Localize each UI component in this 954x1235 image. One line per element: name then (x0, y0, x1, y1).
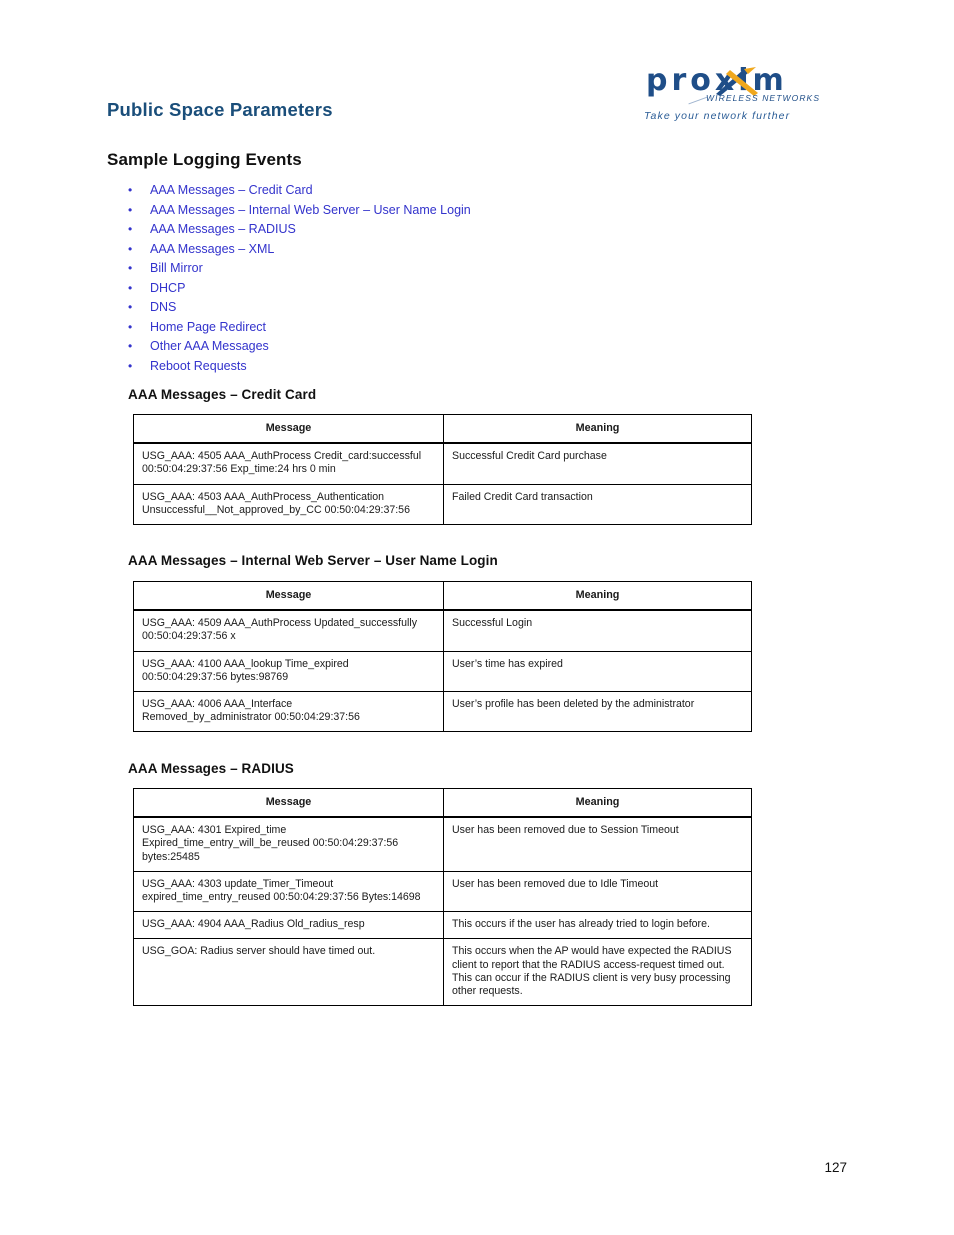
cell-meaning: This occurs if the user has already trie… (443, 911, 752, 940)
column-header-message: Message (133, 581, 444, 612)
document-title: Public Space Parameters (107, 99, 333, 120)
toc-item[interactable]: • AAA Messages – Internal Web Server – U… (128, 201, 748, 221)
toc-link-other-aaa-messages[interactable]: Other AAA Messages (150, 339, 269, 353)
cell-meaning: User has been removed due to Idle Timeou… (443, 870, 752, 913)
cell-text: User’s profile has been deleted by the a… (452, 698, 695, 711)
table-of-contents: • AAA Messages – Credit Card • AAA Messa… (128, 181, 748, 376)
bullet-icon: • (128, 183, 133, 197)
proxim-logo: proxim WIRELESS NETWORKS Take your netwo… (640, 63, 819, 128)
column-header-meaning: Meaning (443, 581, 752, 612)
bullet-icon: • (128, 300, 133, 314)
cell-text: USG_GOA: Radius server should have timed… (142, 945, 376, 958)
toc-link-dhcp[interactable]: DHCP (150, 281, 185, 295)
cell-text: USG_AAA: 4505 AAA_AuthProcess Credit_car… (142, 450, 422, 476)
cell-message: USG_AAA: 4006 AAA_Interface Removed_by_a… (133, 691, 444, 733)
cell-text: This occurs when the AP would have expec… (452, 945, 732, 998)
cell-message: USG_AAA: 4303 update_Timer_Timeout expir… (133, 870, 444, 913)
column-header-message: Message (133, 788, 444, 819)
cell-text: USG_AAA: 4503 AAA_AuthProcess_Authentica… (142, 490, 410, 516)
cell-text: Successful Credit Card purchase (452, 450, 607, 463)
cell-text: USG_AAA: 4006 AAA_Interface Removed_by_a… (142, 698, 360, 724)
cell-meaning: Failed Credit Card transaction (443, 483, 752, 526)
toc-link-aaa-credit-card[interactable]: AAA Messages – Credit Card (150, 183, 313, 197)
toc-item[interactable]: • DHCP (128, 279, 748, 299)
table-row: USG_AAA: 4303 update_Timer_Timeout expir… (133, 870, 752, 913)
toc-link-aaa-xml[interactable]: AAA Messages – XML (150, 242, 274, 256)
table-row: USG_AAA: 4100 AAA_lookup Time_expired 00… (133, 650, 752, 693)
cell-text: Failed Credit Card transaction (452, 490, 593, 503)
table-row: USG_GOA: Radius server should have timed… (133, 938, 752, 1007)
cell-meaning: Successful Credit Card purchase (443, 442, 752, 485)
cell-text: Successful Login (452, 617, 533, 630)
bullet-icon: • (128, 319, 133, 334)
toc-link-aaa-radius[interactable]: AAA Messages – RADIUS (150, 222, 296, 236)
table-header-row: Message Meaning (133, 581, 752, 612)
bullet-icon: • (128, 261, 133, 275)
cell-text: USG_AAA: 4509 AAA_AuthProcess Updated_su… (142, 617, 418, 643)
cell-message: USG_AAA: 4509 AAA_AuthProcess Updated_su… (133, 609, 444, 652)
toc-link-reboot-requests[interactable]: Reboot Requests (150, 359, 247, 373)
bullet-icon: • (128, 339, 133, 353)
page-section-title: Sample Logging Events (107, 150, 302, 169)
page-header: Public Space Parameters proxim WIRELESS … (0, 0, 954, 145)
cell-text: USG_AAA: 4100 AAA_lookup Time_expired 00… (142, 657, 349, 683)
logo-subtitle: WIRELESS NETWORKS (706, 93, 821, 103)
toc-link-dns[interactable]: DNS (150, 300, 176, 314)
bullet-icon: • (128, 202, 133, 217)
cell-message: USG_AAA: 4301 Expired_time Expired_time_… (133, 816, 444, 872)
cell-text: User has been removed due to Session Tim… (452, 824, 679, 837)
bullet-icon: • (128, 222, 133, 236)
cell-text: User’s time has expired (452, 657, 563, 670)
cell-message: USG_AAA: 4505 AAA_AuthProcess Credit_car… (133, 442, 444, 485)
cell-text: USG_AAA: 4303 update_Timer_Timeout expir… (142, 877, 421, 904)
cell-message: USG_AAA: 4904 AAA_Radius Old_radius_resp (133, 911, 444, 940)
table-row: USG_AAA: 4503 AAA_AuthProcess_Authentica… (133, 483, 752, 526)
cell-meaning: User’s profile has been deleted by the a… (443, 691, 752, 733)
cell-meaning: User has been removed due to Session Tim… (443, 816, 752, 872)
cell-text: User has been removed due to Idle Timeou… (452, 877, 659, 890)
cell-meaning: User’s time has expired (443, 650, 752, 693)
toc-item[interactable]: • Home Page Redirect (128, 318, 748, 338)
column-header-meaning: Meaning (443, 414, 752, 445)
logo-tagline: Take your network further (644, 110, 791, 122)
subsection-title-credit-card: AAA Messages – Credit Card (128, 387, 317, 402)
column-header-message: Message (133, 414, 444, 445)
bullet-icon: • (128, 280, 133, 295)
cell-meaning: This occurs when the AP would have expec… (443, 938, 752, 1007)
cell-text: USG_AAA: 4301 Expired_time Expired_time_… (142, 824, 399, 863)
subsection-title-internal-web-server: AAA Messages – Internal Web Server – Use… (128, 553, 498, 568)
logo-wordmark: proxim WIRELESS NETWORKS (640, 63, 819, 105)
toc-item[interactable]: • Other AAA Messages (128, 337, 748, 357)
table-aaa-internal-web-server: Message Meaning USG_AAA: 4509 AAA_AuthPr… (133, 581, 752, 733)
toc-item[interactable]: • Reboot Requests (128, 357, 748, 377)
table-header-row: Message Meaning (133, 414, 752, 445)
toc-item[interactable]: • AAA Messages – XML (128, 240, 748, 260)
table-row: USG_AAA: 4301 Expired_time Expired_time_… (133, 816, 752, 872)
cell-message: USG_AAA: 4503 AAA_AuthProcess_Authentica… (133, 483, 444, 526)
cell-text: This occurs if the user has already trie… (452, 918, 710, 931)
toc-link-home-page-redirect[interactable]: Home Page Redirect (150, 320, 266, 334)
toc-link-aaa-internal-web-server[interactable]: AAA Messages – Internal Web Server – Use… (150, 203, 471, 217)
bullet-icon: • (128, 358, 133, 373)
cell-message: USG_AAA: 4100 AAA_lookup Time_expired 00… (133, 650, 444, 693)
toc-item[interactable]: • Bill Mirror (128, 259, 748, 279)
page-number: 127 (824, 1160, 847, 1175)
table-row: USG_AAA: 4006 AAA_Interface Removed_by_a… (133, 691, 752, 733)
cell-text: USG_AAA: 4904 AAA_Radius Old_radius_resp (142, 918, 365, 931)
toc-item[interactable]: • DNS (128, 298, 748, 318)
table-aaa-radius: Message Meaning USG_AAA: 4301 Expired_ti… (133, 788, 752, 1007)
table-row: USG_AAA: 4509 AAA_AuthProcess Updated_su… (133, 609, 752, 652)
table-aaa-credit-card: Message Meaning USG_AAA: 4505 AAA_AuthPr… (133, 414, 752, 526)
toc-item[interactable]: • AAA Messages – Credit Card (128, 181, 748, 201)
cell-message: USG_GOA: Radius server should have timed… (133, 938, 444, 1007)
toc-item[interactable]: • AAA Messages – RADIUS (128, 220, 748, 240)
column-header-meaning: Meaning (443, 788, 752, 819)
table-row: USG_AAA: 4904 AAA_Radius Old_radius_resp… (133, 911, 752, 940)
bullet-icon: • (128, 241, 133, 256)
table-header-row: Message Meaning (133, 788, 752, 819)
subsection-title-radius: AAA Messages – RADIUS (128, 761, 294, 776)
toc-link-bill-mirror[interactable]: Bill Mirror (150, 261, 203, 275)
table-row: USG_AAA: 4505 AAA_AuthProcess Credit_car… (133, 442, 752, 485)
cell-meaning: Successful Login (443, 609, 752, 652)
